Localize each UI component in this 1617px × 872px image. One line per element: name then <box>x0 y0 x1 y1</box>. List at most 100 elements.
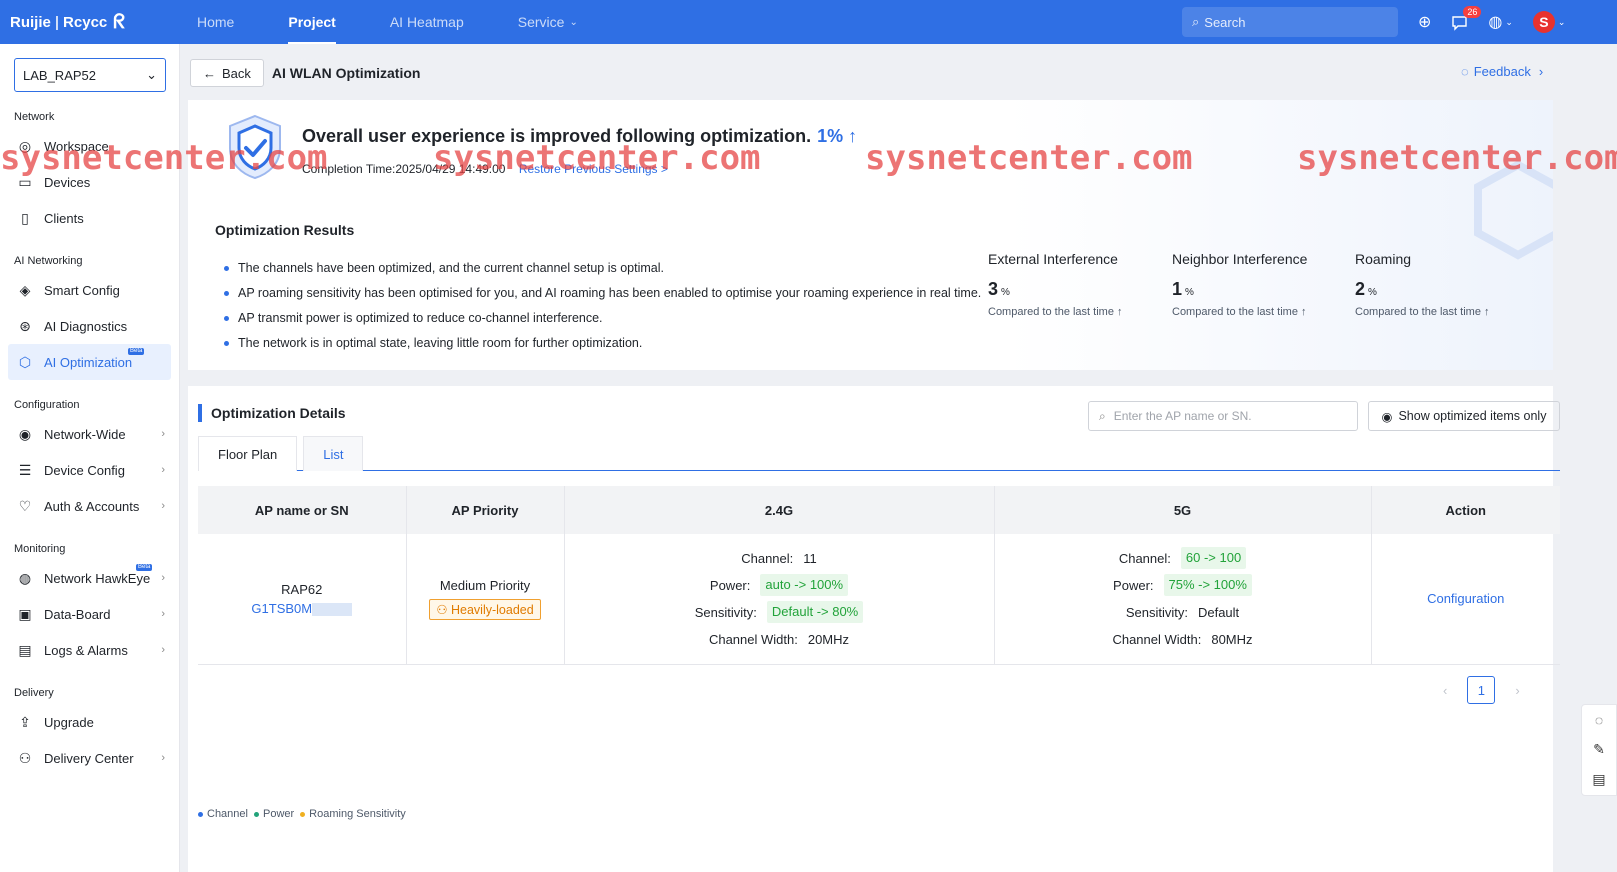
section-monitoring: Monitoring <box>14 543 66 555</box>
metric-compare: Compared to the last time ↑ <box>1172 306 1307 318</box>
nav-service[interactable]: Service ⌄ <box>491 0 605 44</box>
beta-badge: Beta <box>128 348 145 355</box>
sidebar-item-ai-optimization[interactable]: ⬡ AI Optimization Beta <box>8 344 171 380</box>
feedback-icon: ◌ <box>1461 64 1469 79</box>
tab-floor-plan[interactable]: Floor Plan <box>198 436 298 471</box>
metric-number: 3 <box>988 279 999 299</box>
g5-sensitivity: Sensitivity: Default <box>995 599 1371 626</box>
pagination: ‹ 1 › <box>1443 676 1520 704</box>
sidebar-item-network-hawkeye[interactable]: ◍ Network HawkEye Beta › <box>8 560 171 596</box>
tab-list[interactable]: List <box>303 436 364 471</box>
field-value: 11 <box>803 550 817 566</box>
metric-label: External Interference <box>988 251 1118 267</box>
next-page-button[interactable]: › <box>1515 683 1519 698</box>
sidebar-item-delivery-center[interactable]: ⚇ Delivery Center › <box>8 740 171 776</box>
section-network: Network <box>14 111 55 123</box>
global-search-input[interactable]: ⌕ Search <box>1182 7 1398 37</box>
watermark-text: sysnetcenter.com <box>1297 138 1617 178</box>
chat-icon[interactable]: ◌ <box>1595 712 1603 728</box>
arrow-left-icon: ← <box>203 65 216 81</box>
sidebar-item-ai-diagnostics[interactable]: ⊛ AI Diagnostics <box>8 308 171 344</box>
metric-label: Neighbor Interference <box>1172 251 1308 267</box>
notification-badge: 26 <box>1463 5 1482 18</box>
column-header: 2.4G <box>564 486 995 534</box>
message-icon[interactable]: 26 <box>1451 5 1482 31</box>
ap-sn-link[interactable]: G1TSB0M <box>251 601 312 616</box>
monitor-icon: ▣ <box>18 605 32 622</box>
add-icon[interactable]: ⊕ <box>1418 12 1431 32</box>
metric-compare: Compared to the last time ↑ <box>988 306 1123 318</box>
section-delivery: Delivery <box>14 687 54 699</box>
nav-project[interactable]: Project <box>261 0 362 44</box>
project-select[interactable]: LAB_RAP52 ⌄ <box>14 58 166 92</box>
ap-search-input[interactable]: ⌕ Enter the AP name or SN. <box>1088 401 1358 431</box>
band-5g-cell: Channel: 60 -> 100 Power: 75% -> 100% Sens… <box>994 534 1372 665</box>
feedback-label: Feedback <box>1473 64 1531 79</box>
sidebar-item-auth-accounts[interactable]: ♡ Auth & Accounts › <box>8 488 171 524</box>
sidebar-item-clients[interactable]: ▯ Clients <box>8 200 171 236</box>
brand-name: Ruijie <box>10 13 51 31</box>
g5-channel: Channel: 60 -> 100 <box>995 545 1371 572</box>
ap-priority: Medium Priority <box>439 577 531 593</box>
clipboard-icon[interactable]: ▤ <box>1592 771 1605 788</box>
result-item: AP transmit power is optimized to reduce… <box>224 305 981 330</box>
metric-number: 1 <box>1172 279 1183 299</box>
g5-channel-width: Channel Width: 80MHz <box>995 626 1371 653</box>
metric-value: 1% <box>1172 279 1342 300</box>
page-header: ← Back AI WLAN Optimization <box>190 59 420 87</box>
avatar: S <box>1532 11 1555 33</box>
sidebar-item-network-wide[interactable]: ◉ Network-Wide › <box>8 416 171 452</box>
sidebar-item-label: Upgrade <box>44 714 94 730</box>
sidebar-item-smart-config[interactable]: ◈ Smart Config <box>8 272 171 308</box>
brand-logo[interactable]: Ruijie | Rcycc ᖇ <box>0 11 170 34</box>
ap-priority-cell: Medium Priority ⚇ Heavily-loaded <box>406 534 565 665</box>
search-icon: ⌕ <box>1099 408 1106 423</box>
ap-search-placeholder: Enter the AP name or SN. <box>1113 409 1252 423</box>
g24-sensitivity: Sensitivity: Default -> 80% <box>565 599 994 626</box>
field-label: Sensitivity: <box>694 604 757 620</box>
show-optimized-button[interactable]: ◉ Show optimized items only <box>1368 401 1560 431</box>
feedback-link[interactable]: ◌ Feedback › <box>1461 64 1543 79</box>
sidebar-item-device-config[interactable]: ☰ Device Config › <box>8 452 171 488</box>
column-header: Action <box>1371 486 1560 534</box>
field-label: Power: <box>709 577 751 593</box>
shield-icon: ♡ <box>18 497 32 514</box>
action-cell: Configuration <box>1371 534 1560 665</box>
chevron-right-icon: › <box>161 608 165 620</box>
chevron-right-icon: › <box>161 428 165 440</box>
watermark-text: sysnetcenter.com <box>865 138 1193 178</box>
page-number-current[interactable]: 1 <box>1467 676 1496 704</box>
back-button[interactable]: ← Back <box>190 59 264 87</box>
network-wide-icon: ◉ <box>18 425 32 442</box>
edit-icon[interactable]: ✎ <box>1593 741 1605 758</box>
show-optimized-label: Show optimized items only <box>1398 409 1547 423</box>
chevron-right-icon: › <box>161 752 165 764</box>
legend-item: Roaming Sensitivity <box>300 808 406 820</box>
metric-value: 2% <box>1355 279 1525 300</box>
improvement-value: 1% ↑ <box>817 126 858 146</box>
prev-page-button[interactable]: ‹ <box>1443 683 1447 698</box>
chevron-down-icon: ⌄ <box>146 67 157 82</box>
user-menu[interactable]: S ⌄ <box>1532 11 1565 33</box>
column-header: 5G <box>994 486 1372 534</box>
ap-table: AP name or SN AP Priority 2.4G 5G Action… <box>198 486 1560 665</box>
nav-ai-heatmap[interactable]: AI Heatmap <box>363 0 491 44</box>
sidebar-item-label: Clients <box>44 210 84 226</box>
column-header: AP name or SN <box>198 486 407 534</box>
ap-name: RAP62 <box>281 581 323 597</box>
configuration-link[interactable]: Configuration <box>1427 591 1504 606</box>
chevron-right-icon: › <box>161 500 165 512</box>
nav-home[interactable]: Home <box>170 0 261 44</box>
field-value: 80MHz <box>1211 631 1253 647</box>
sidebar-item-data-board[interactable]: ▣ Data-Board › <box>8 596 171 632</box>
ai-optimization-icon: ⬡ <box>18 353 32 370</box>
view-tabs: Floor Plan List <box>198 436 1560 471</box>
sidebar-item-logs-alarms[interactable]: ▤ Logs & Alarms › <box>8 632 171 668</box>
sn-redaction <box>312 602 353 616</box>
sidebar-item-label: AI Optimization <box>44 354 133 370</box>
sidebar-item-upgrade[interactable]: ⇪ Upgrade <box>8 704 171 740</box>
sliders-icon: ☰ <box>18 461 32 478</box>
legend-label: Roaming Sensitivity <box>309 808 406 820</box>
floating-toolbar: ◌ ✎ ▤ <box>1581 704 1617 796</box>
language-selector[interactable]: ◍ ⌄ <box>1488 12 1513 32</box>
